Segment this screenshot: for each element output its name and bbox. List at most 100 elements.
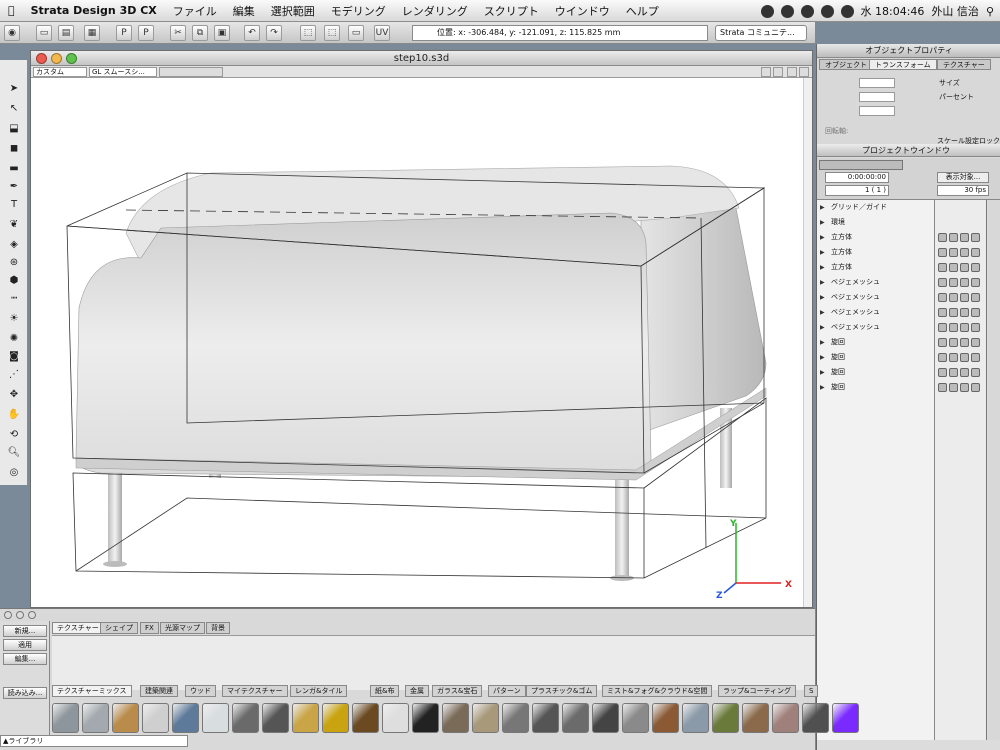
menu-edit[interactable]: 編集 [225, 3, 263, 19]
attribute-icon[interactable] [960, 233, 969, 242]
material-swatch[interactable] [202, 703, 229, 733]
undo-icon[interactable]: ↶ [244, 25, 260, 41]
material-swatch[interactable] [112, 703, 139, 733]
app-menu[interactable]: Strata Design 3D CX [23, 4, 165, 17]
attribute-icon[interactable] [971, 353, 980, 362]
object-mode-icon[interactable]: ⬚ [324, 25, 340, 41]
spotlight-tool-icon[interactable]: ✺ [4, 330, 24, 347]
attribute-icon[interactable] [960, 353, 969, 362]
tab-fx[interactable]: FX [140, 622, 159, 634]
row-attribute-icons[interactable] [938, 320, 986, 335]
menu-select[interactable]: 選択範囲 [263, 3, 323, 19]
attribute-icon[interactable] [938, 353, 947, 362]
attribute-icon[interactable] [960, 263, 969, 272]
material-swatch[interactable] [232, 703, 259, 733]
save-icon[interactable]: ▦ [84, 25, 100, 41]
apply-button[interactable]: 適用 [3, 639, 47, 651]
fps-field[interactable]: 30 fps [937, 185, 989, 196]
pen-tool-icon[interactable]: ✒ [4, 178, 24, 195]
attribute-icon[interactable] [960, 308, 969, 317]
attribute-icon[interactable] [938, 338, 947, 347]
library-zoom-button[interactable] [28, 611, 36, 619]
row-attribute-icons[interactable] [938, 260, 986, 275]
face-mode-icon[interactable]: ▭ [348, 25, 364, 41]
material-tab[interactable]: 紙&布 [370, 685, 400, 697]
material-swatch[interactable] [172, 703, 199, 733]
minimize-button[interactable] [51, 53, 62, 64]
project-row[interactable]: 環境 [817, 215, 935, 230]
close-button[interactable] [36, 53, 47, 64]
camera-icon[interactable] [773, 67, 783, 77]
project-row[interactable]: ベジェメッシュ [817, 320, 935, 335]
attribute-icon[interactable] [938, 263, 947, 272]
attribute-icon[interactable] [949, 308, 958, 317]
camera-tool-icon[interactable]: ◙ [4, 348, 24, 365]
community-select[interactable]: Strata コミュニテ... [715, 25, 807, 41]
attribute-icon[interactable] [938, 323, 947, 332]
copy-icon[interactable]: ⧉ [192, 25, 208, 41]
row-attribute-icons[interactable] [938, 305, 986, 320]
rotate-view-icon[interactable]: ⟲ [4, 426, 24, 443]
app-icon[interactable]: ◉ [4, 25, 20, 41]
attribute-icon[interactable] [971, 263, 980, 272]
attribute-icon[interactable] [960, 278, 969, 287]
menu-script[interactable]: スクリプト [476, 3, 547, 19]
grid-icon[interactable] [787, 67, 797, 77]
attribute-icon[interactable] [960, 323, 969, 332]
material-swatch[interactable] [592, 703, 619, 733]
apple-menu-icon[interactable]:  [0, 4, 23, 17]
library-minimize-button[interactable] [16, 611, 24, 619]
library-select[interactable]: ▲ライブラリ [0, 735, 188, 747]
load-button[interactable]: 読み込み... [3, 687, 47, 699]
attribute-icon[interactable] [949, 338, 958, 347]
project-row[interactable]: グリッド／ガイド [817, 200, 935, 215]
vertex-tool-icon[interactable]: ↖ [4, 100, 24, 117]
user-name[interactable]: 外山 信治 [931, 3, 979, 19]
tab-shapes[interactable]: シェイプ [100, 622, 138, 634]
size-radio[interactable]: サイズ [939, 78, 960, 88]
redo-icon[interactable]: ↷ [266, 25, 282, 41]
photoshop-icon[interactable]: P [138, 25, 154, 41]
new-resource-button[interactable]: 新規... [3, 625, 47, 637]
attribute-icon[interactable] [949, 293, 958, 302]
project-row[interactable]: 立方体 [817, 230, 935, 245]
attribute-icon[interactable] [949, 383, 958, 392]
material-swatch[interactable] [82, 703, 109, 733]
lathe-tool-icon[interactable]: ❦ [4, 216, 24, 233]
attribute-icon[interactable] [938, 293, 947, 302]
hand-tool-icon[interactable]: ✋ [4, 406, 24, 423]
attribute-icon[interactable] [971, 278, 980, 287]
project-row[interactable]: 旋回 [817, 335, 935, 350]
material-tab[interactable]: プラスチック&ゴム [526, 685, 598, 697]
attribute-icon[interactable] [949, 368, 958, 377]
material-tab[interactable]: ウッド [185, 685, 216, 697]
row-attribute-icons[interactable] [938, 350, 986, 365]
attribute-icon[interactable] [971, 383, 980, 392]
render-tool-icon[interactable]: ◎ [4, 464, 24, 481]
material-tab[interactable]: S [804, 685, 819, 697]
attribute-icon[interactable] [938, 248, 947, 257]
percent-radio[interactable]: パーセント [939, 92, 974, 102]
attribute-icon[interactable] [949, 353, 958, 362]
project-row[interactable]: ベジェメッシュ [817, 305, 935, 320]
zoom-button[interactable] [66, 53, 77, 64]
cube-tool-icon[interactable]: ◼ [4, 140, 24, 157]
material-tab[interactable]: 金属 [405, 685, 429, 697]
attribute-icon[interactable] [938, 278, 947, 287]
viewport-canvas[interactable]: Y X Z [31, 78, 812, 607]
material-swatch[interactable] [802, 703, 829, 733]
attribute-icon[interactable] [971, 368, 980, 377]
material-swatch[interactable] [832, 703, 859, 733]
attribute-icon[interactable] [971, 323, 980, 332]
material-swatch[interactable] [292, 703, 319, 733]
row-attribute-icons[interactable] [938, 290, 986, 305]
material-swatch[interactable] [712, 703, 739, 733]
y-field[interactable] [859, 92, 895, 102]
attribute-icon[interactable] [971, 233, 980, 242]
rectangle-tool-icon[interactable]: ▬ [4, 160, 24, 177]
menu-modeling[interactable]: モデリング [323, 3, 394, 19]
attribute-icon[interactable] [960, 248, 969, 257]
view-slider[interactable] [159, 67, 223, 77]
attribute-icon[interactable] [960, 338, 969, 347]
project-row[interactable]: 旋回 [817, 350, 935, 365]
